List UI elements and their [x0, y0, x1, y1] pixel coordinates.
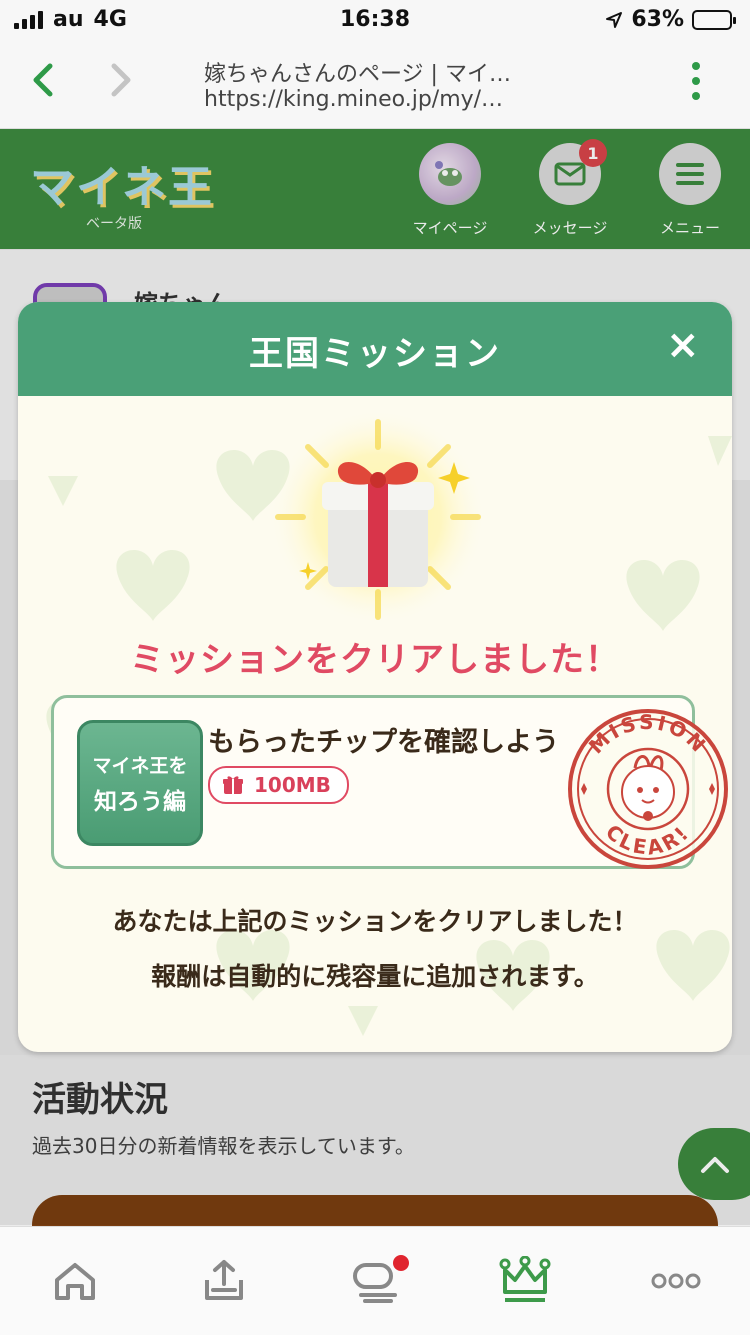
bottom-tab-bar [0, 1226, 750, 1335]
info-line-1: あなたは上記のミッションをクリアしました！ [112, 907, 638, 936]
upload-icon[interactable] [194, 1251, 254, 1311]
clear-message: ミッションをクリアしました！ [130, 640, 620, 680]
url-field[interactable]: https://king.mineo.jp/my/… [204, 87, 503, 112]
gift-icon [273, 412, 483, 622]
badge-line2: 知ろう編 [94, 788, 186, 815]
reward-amount: 100MB [254, 773, 331, 797]
modal-title: 王国ミッション [249, 334, 501, 374]
badge-line1: マイネ王を [92, 754, 188, 777]
reward-badge: 100MB [208, 766, 349, 804]
crown-icon[interactable] [495, 1251, 555, 1311]
browser-bar: 嫁ちゃんさんのページ | マイ… https://king.mineo.jp/m… [0, 40, 750, 129]
notification-dot [393, 1255, 409, 1271]
chevron-right-icon[interactable] [106, 58, 134, 110]
close-icon[interactable]: × [666, 322, 700, 368]
battery-percent: 63% [631, 7, 684, 32]
more-icon[interactable] [646, 1251, 706, 1311]
home-icon[interactable] [45, 1251, 105, 1311]
mission-category-badge: マイネ王を 知ろう編 [77, 720, 203, 846]
mission-modal: 王国ミッション × ミッションをクリアしました！ マイネ王を 知ろう編 もらった… [18, 302, 732, 1052]
mission-name: もらったチップを確認しよう [208, 727, 559, 758]
present-icon [223, 776, 243, 794]
chat-icon[interactable] [345, 1251, 409, 1311]
status-right: 63% [605, 7, 736, 32]
status-bar: au 4G 16:38 63% [0, 0, 750, 40]
modal-header: 王国ミッション × [18, 302, 732, 396]
chevron-left-icon[interactable] [28, 58, 56, 110]
battery-icon [692, 9, 736, 30]
mission-clear-stamp: MISSION CLEAR! [568, 709, 728, 869]
location-arrow-icon [606, 11, 623, 28]
page-title[interactable]: 嫁ちゃんさんのページ | マイ… [204, 56, 511, 88]
kebab-menu-icon[interactable] [692, 62, 700, 100]
info-line-2: 報酬は自動的に残容量に追加されます。 [151, 962, 599, 991]
